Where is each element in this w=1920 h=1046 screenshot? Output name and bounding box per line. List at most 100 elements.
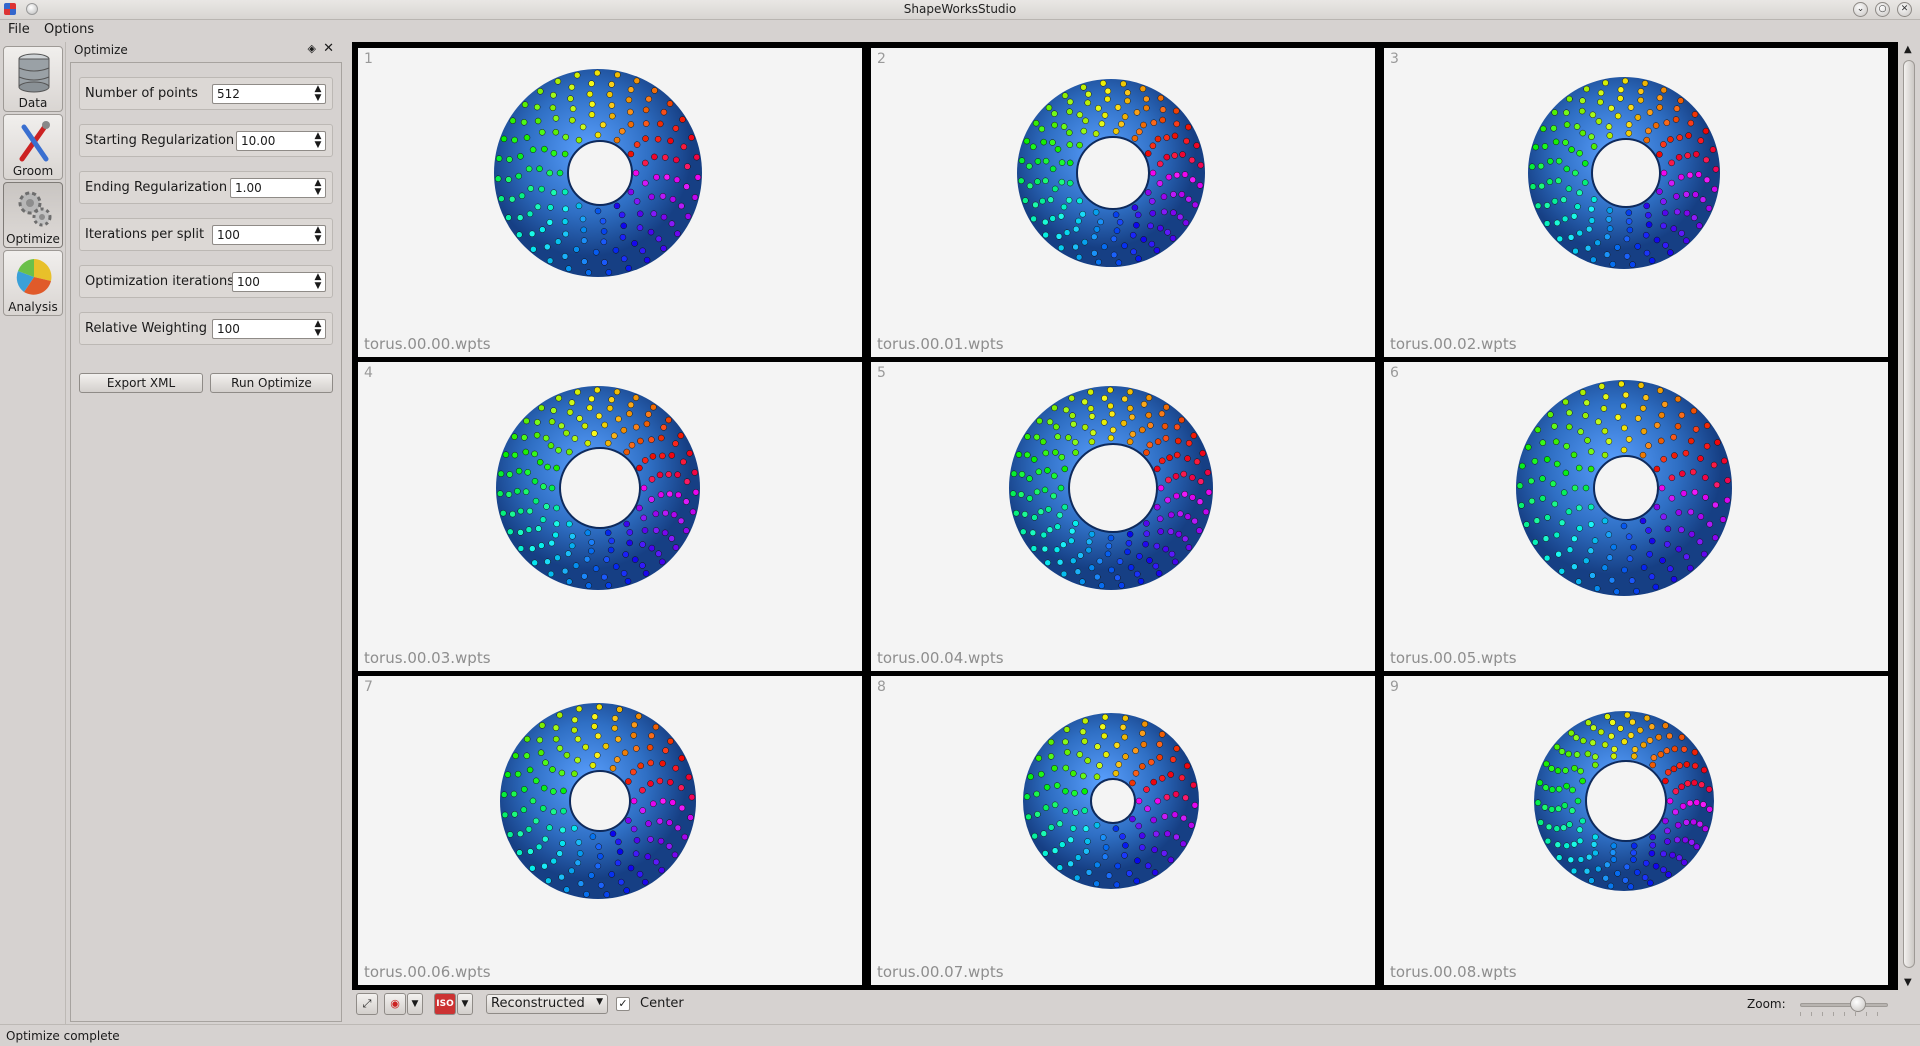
particle-dot — [1600, 405, 1608, 412]
viewer-cell[interactable]: 5 torus.00.04.wpts — [871, 362, 1375, 671]
isosurface-options-dropdown[interactable]: ▼ — [457, 993, 473, 1015]
particle-dot — [607, 546, 615, 554]
spin-arrows-icon[interactable]: ▲ ▼ — [313, 273, 323, 291]
particle-dot — [1554, 841, 1562, 848]
minimize-button[interactable]: ⌄ — [1853, 2, 1868, 17]
viewer-cell[interactable]: 8 torus.00.07.wpts — [871, 676, 1375, 985]
particle-dot — [581, 422, 589, 430]
particle-dot — [522, 448, 530, 456]
relative-weighting-spinbox[interactable]: 100 ▲ ▼ — [212, 319, 326, 339]
particle-dot — [688, 793, 696, 801]
particle-dot — [1112, 825, 1120, 832]
panel-close-icon[interactable]: ✕ — [323, 41, 334, 56]
particle-dot — [1076, 197, 1083, 205]
viewer-grid[interactable]: 1 torus.00.00.wpts 2 torus.00.01.wpts 3 … — [352, 42, 1898, 990]
zoom-slider[interactable] — [1800, 996, 1888, 1016]
starting-regularization-spinbox[interactable]: 10.00 ▲ ▼ — [236, 131, 326, 151]
scroll-up-icon[interactable]: ▲ — [1904, 44, 1912, 55]
particle-dot — [1679, 470, 1686, 477]
particle-dot — [633, 745, 640, 752]
particle-dot — [1185, 544, 1193, 551]
scrollbar-thumb[interactable] — [1903, 60, 1915, 968]
close-button[interactable]: ✕ — [1897, 2, 1912, 17]
viewer-cell[interactable]: 9 torus.00.08.wpts — [1384, 676, 1888, 985]
particle-dot — [1161, 208, 1168, 216]
tool-data-button[interactable]: Data — [3, 46, 63, 112]
particle-dot — [1080, 127, 1088, 135]
spin-arrows-icon[interactable]: ▲ ▼ — [313, 226, 323, 244]
particle-dot — [1627, 732, 1635, 739]
tool-optimize-button[interactable]: Optimize — [3, 182, 63, 248]
particle-dot — [1104, 550, 1112, 558]
particle-dot — [658, 866, 665, 874]
display-mode-combo[interactable]: Reconstructed ▼ — [486, 994, 608, 1014]
maximize-button[interactable]: ○ — [1875, 2, 1890, 17]
particle-dot — [671, 851, 679, 859]
viewer-cell[interactable]: 3 torus.00.02.wpts — [1384, 48, 1888, 357]
particle-dot — [1551, 198, 1559, 205]
menu-options[interactable]: Options — [44, 22, 94, 37]
autoview-button[interactable]: ⤢ — [356, 993, 378, 1015]
particle-dot — [1672, 788, 1680, 795]
particle-dot — [1582, 484, 1590, 492]
particle-dot — [574, 756, 581, 764]
particle-dot — [1641, 80, 1649, 87]
menu-file[interactable]: File — [8, 22, 30, 37]
particle-dot — [594, 207, 602, 215]
particle-dot — [579, 215, 587, 223]
particle-dot — [1589, 739, 1597, 747]
particle-dot — [1642, 859, 1650, 867]
particle-dot — [553, 504, 560, 512]
ending-regularization-spinbox[interactable]: 1.00 ▲ ▼ — [230, 178, 326, 198]
particle-dot — [1677, 97, 1684, 104]
spin-arrows-icon[interactable]: ▲ ▼ — [313, 179, 323, 197]
particle-dot — [1204, 469, 1212, 476]
viewer-cell[interactable]: 1 torus.00.00.wpts — [358, 48, 862, 357]
particle-dot — [1191, 802, 1199, 809]
particle-dot — [1621, 566, 1628, 574]
viewer-cell[interactable]: 2 torus.00.01.wpts — [871, 48, 1375, 357]
zoom-handle[interactable] — [1850, 996, 1866, 1012]
particle-dot — [1115, 761, 1123, 768]
particle-dot — [1051, 472, 1058, 480]
run-optimize-button[interactable]: Run Optimize — [210, 373, 333, 393]
export-xml-button[interactable]: Export XML — [79, 373, 203, 393]
particle-dot — [633, 837, 641, 844]
particle-dot — [1686, 171, 1694, 179]
number-of-points-spinbox[interactable]: 512 ▲ ▼ — [212, 84, 326, 104]
viewer-cell[interactable]: 7 torus.00.06.wpts — [358, 676, 862, 985]
isosurface-toggle-button[interactable]: ISO — [434, 993, 456, 1015]
particle-dot — [1033, 433, 1041, 441]
scroll-down-icon[interactable]: ▼ — [1904, 977, 1912, 988]
particle-dot — [1081, 424, 1089, 431]
glyph-toggle-button[interactable]: ◉ — [384, 993, 406, 1015]
particle-dot — [653, 173, 660, 181]
particle-dot — [591, 723, 598, 730]
particle-dot — [618, 211, 626, 219]
particle-dot — [595, 843, 602, 850]
zoom-ticks — [1800, 1012, 1888, 1016]
tool-groom-button[interactable]: Groom — [3, 114, 63, 180]
vertical-scrollbar[interactable]: ▲ ▼ — [1900, 42, 1918, 990]
glyph-options-dropdown[interactable]: ▼ — [407, 993, 423, 1015]
param-label: Starting Regularization — [85, 133, 235, 148]
particle-dot — [1678, 230, 1685, 237]
particle-dot — [1563, 842, 1570, 849]
center-checkbox[interactable]: ✓ — [616, 997, 630, 1011]
particle-dot — [1625, 130, 1633, 137]
iterations-per-split-spinbox[interactable]: 100 ▲ ▼ — [212, 225, 326, 245]
particle-dot — [1102, 844, 1110, 851]
viewer-cell[interactable]: 6 torus.00.05.wpts — [1384, 362, 1888, 671]
spin-arrows-icon[interactable]: ▲ ▼ — [313, 132, 323, 150]
torus-hole — [559, 447, 641, 529]
tool-optimize-label: Optimize — [6, 232, 60, 246]
float-icon[interactable]: ◈ — [308, 42, 316, 55]
optimization-iterations-spinbox[interactable]: 100 ▲ ▼ — [232, 272, 326, 292]
tool-analysis-button[interactable]: Analysis — [3, 250, 63, 316]
particle-dot — [632, 850, 640, 857]
particle-dot — [1127, 564, 1135, 571]
viewer-cell[interactable]: 4 torus.00.03.wpts — [358, 362, 862, 671]
spin-arrows-icon[interactable]: ▲ ▼ — [313, 85, 323, 103]
glyph-icon: ◉ — [390, 997, 400, 1010]
spin-arrows-icon[interactable]: ▲ ▼ — [313, 320, 323, 338]
